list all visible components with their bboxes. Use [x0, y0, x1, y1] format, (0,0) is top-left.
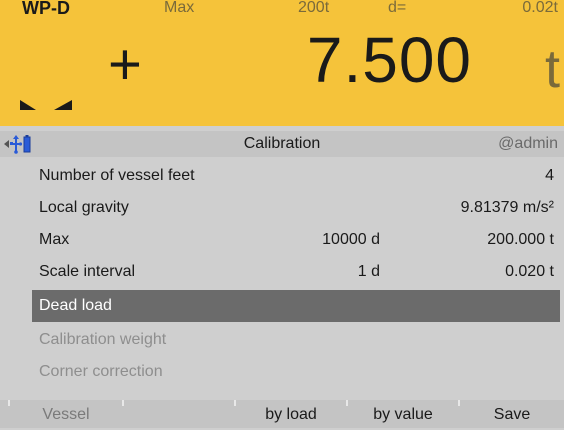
menu-item-value: 0.020 t [505, 263, 554, 280]
menu-item-vessel-feet[interactable]: Number of vessel feet 4 [32, 160, 560, 192]
menu-item-divisions: 1 d [357, 263, 380, 280]
title-bar: Calibration @admin [0, 131, 564, 157]
max-capacity-value: 200t [298, 0, 330, 16]
menu-item-local-gravity[interactable]: Local gravity 9.81379 m/s² [32, 192, 560, 224]
weight-unit: t [544, 39, 560, 99]
softkey-empty[interactable] [124, 400, 234, 428]
softkey-bar: Vessel by load by value Save [0, 400, 564, 428]
current-user: @admin [498, 135, 558, 152]
scale-name: WP-D [22, 0, 70, 18]
menu-item-label: Corner correction [39, 363, 163, 380]
division-value: 0.02t [522, 0, 558, 16]
max-capacity-label: Max [164, 0, 195, 16]
weight-display-header: WP-D Max 200t d= 0.02t + 7.500 t [0, 0, 564, 126]
weight-sign: + [108, 32, 142, 97]
page-title: Calibration [243, 135, 321, 152]
menu-item-corner-correction[interactable]: Corner correction [32, 356, 560, 388]
menu-item-label: Scale interval [39, 263, 136, 280]
softkey-by-load[interactable]: by load [236, 400, 346, 428]
division-label: d= [388, 0, 407, 16]
menu-item-scale-interval[interactable]: Scale interval 1 d 0.020 t [32, 256, 560, 288]
menu-item-label: Max [39, 231, 70, 248]
menu-item-dead-load[interactable]: Dead load [32, 290, 560, 322]
zero-center-icon [20, 100, 72, 110]
menu-item-calibration-weight[interactable]: Calibration weight [32, 324, 560, 356]
menu-item-value: 4 [545, 167, 554, 184]
softkey-vessel[interactable]: Vessel [10, 400, 122, 428]
menu-item-value: 9.81379 m/s² [460, 199, 554, 216]
softkey-save[interactable]: Save [460, 400, 564, 428]
weight-value: 7.500 [306, 24, 472, 96]
menu-item-label: Dead load [39, 297, 112, 314]
menu-item-max[interactable]: Max 10000 d 200.000 t [32, 224, 560, 256]
calibration-menu: Number of vessel feet 4 Local gravity 9.… [0, 160, 564, 400]
menu-item-label: Calibration weight [39, 331, 167, 348]
menu-item-divisions: 10000 d [322, 231, 380, 248]
menu-item-label: Number of vessel feet [39, 167, 195, 184]
menu-item-label: Local gravity [39, 199, 129, 216]
menu-item-value: 200.000 t [487, 231, 554, 248]
softkey-by-value[interactable]: by value [348, 400, 458, 428]
